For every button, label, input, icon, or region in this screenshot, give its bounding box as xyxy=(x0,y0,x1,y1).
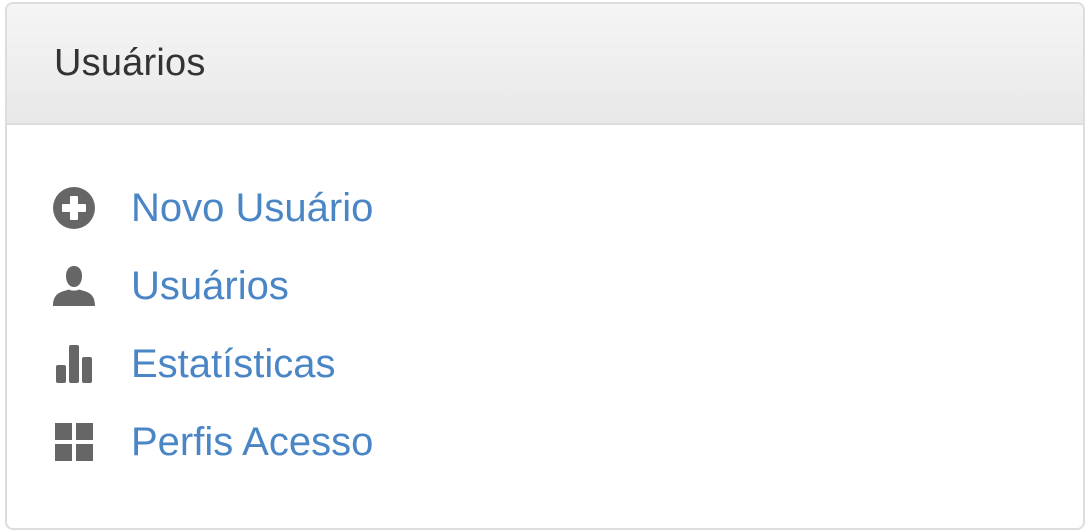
plus-circle-icon xyxy=(52,186,96,230)
menu-label-estatisticas[interactable]: Estatísticas xyxy=(131,342,336,387)
panel-body: Novo Usuário Usuários Estatísticas Perfi… xyxy=(7,125,1083,481)
user-icon xyxy=(52,264,96,308)
panel-heading: Usuários xyxy=(7,4,1083,125)
menu-item-usuarios[interactable]: Usuários xyxy=(7,247,1083,325)
menu-item-estatisticas[interactable]: Estatísticas xyxy=(7,325,1083,403)
menu-label-novo-usuario[interactable]: Novo Usuário xyxy=(131,186,373,231)
users-panel: Usuários Novo Usuário Usuários Estatísti… xyxy=(5,2,1085,530)
stats-icon xyxy=(52,342,96,386)
panel-title: Usuários xyxy=(54,42,206,84)
grid-icon xyxy=(52,420,96,464)
menu-label-perfis-acesso[interactable]: Perfis Acesso xyxy=(131,420,373,465)
menu-label-usuarios[interactable]: Usuários xyxy=(131,264,289,309)
menu-item-novo-usuario[interactable]: Novo Usuário xyxy=(7,169,1083,247)
menu-item-perfis-acesso[interactable]: Perfis Acesso xyxy=(7,403,1083,481)
